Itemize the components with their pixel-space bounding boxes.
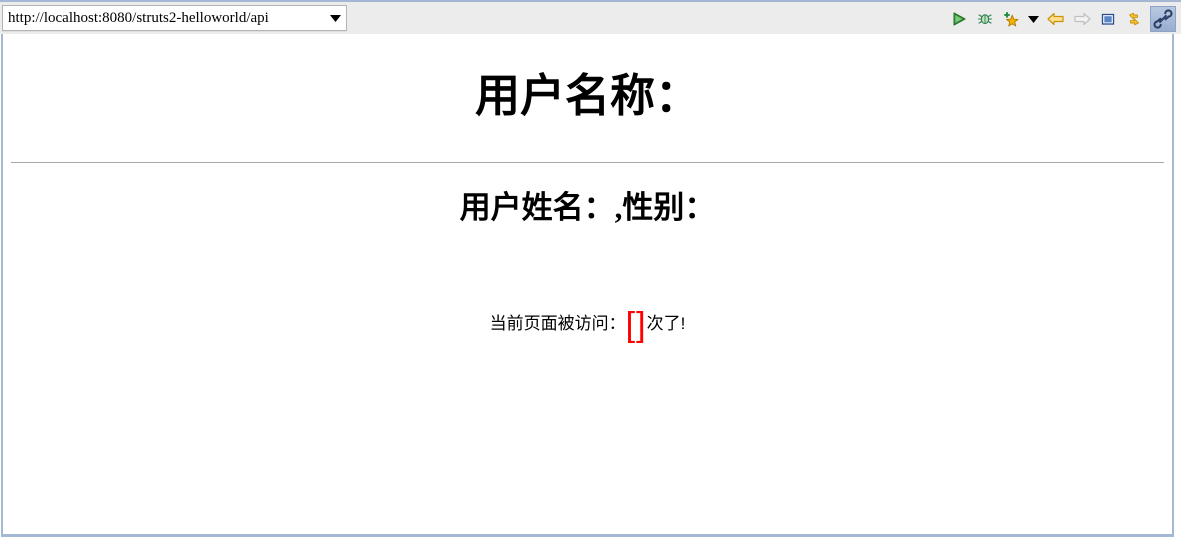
run-icon[interactable] [947, 7, 971, 31]
refresh-icon[interactable] [1122, 7, 1146, 31]
url-input[interactable]: http://localhost:8080/struts2-helloworld… [3, 6, 324, 30]
link-icon[interactable] [1150, 6, 1176, 32]
url-dropdown-caret-icon[interactable] [324, 6, 346, 30]
user-info-heading: 用户姓名：,性别： [459, 190, 716, 225]
visit-counter-suffix-label: 次了! [646, 314, 686, 333]
page-title: 用户名称： [474, 71, 700, 121]
stop-icon[interactable] [1096, 7, 1120, 31]
chevron-down-icon[interactable] [1025, 7, 1042, 31]
browser-content-area: 用户名称： 用户姓名：,性别： 当前页面被访问：[]次了! [1, 34, 1174, 537]
url-combobox[interactable]: http://localhost:8080/struts2-helloworld… [2, 5, 347, 31]
browser-toolbar: http://localhost:8080/struts2-helloworld… [0, 0, 1181, 34]
new-bookmark-icon[interactable] [999, 7, 1023, 31]
visit-counter-prefix-label: 当前页面被访问： [489, 314, 626, 333]
visit-counter-value: [] [625, 306, 647, 344]
visit-counter-line: 当前页面被访问：[]次了! [3, 302, 1172, 350]
horizontal-divider [11, 162, 1164, 163]
forward-arrow-icon [1070, 7, 1094, 31]
debug-icon[interactable] [973, 7, 997, 31]
back-arrow-icon[interactable] [1044, 7, 1068, 31]
browser-toolbar-actions [946, 2, 1177, 36]
